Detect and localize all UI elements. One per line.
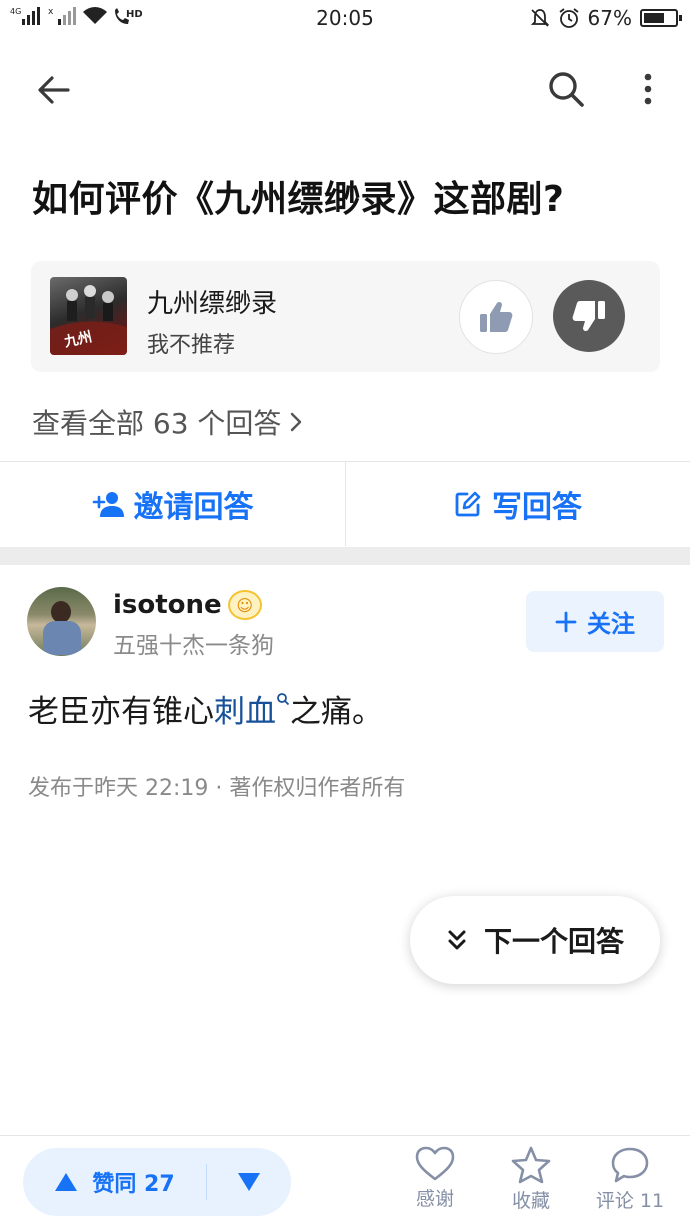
plus-icon <box>555 611 577 632</box>
write-answer-button[interactable]: 写回答 <box>346 462 690 546</box>
follow-label: 关注 <box>587 610 635 638</box>
thumbs-up-button[interactable] <box>459 280 533 354</box>
next-answer-button[interactable]: 下一个回答 <box>410 896 660 984</box>
status-right: 67% <box>530 6 682 30</box>
comment-button[interactable]: 评论 11 <box>590 1146 670 1222</box>
edit-icon <box>455 491 481 517</box>
avatar[interactable] <box>27 587 96 656</box>
search-icon[interactable] <box>545 68 587 110</box>
thumbs-up-icon <box>480 301 513 332</box>
more-vertical-icon[interactable] <box>634 68 662 110</box>
answer-actions: 邀请回答 写回答 <box>0 461 690 547</box>
bottom-bar: 赞同 27 感谢 收藏 评论 11 <box>0 1135 690 1227</box>
author-name: isotone <box>113 590 222 620</box>
battery-percent: 67% <box>587 6 632 30</box>
drama-verdict: 我不推荐 <box>147 333 236 358</box>
follow-button[interactable]: 关注 <box>526 591 664 652</box>
upvote-label: 赞同 27 <box>92 1172 175 1197</box>
question-title[interactable]: 如何评价《九州缥缈录》这部剧? <box>32 170 672 222</box>
comment-bubble-icon <box>611 1147 649 1183</box>
avatar-body <box>43 621 81 655</box>
battery-level <box>644 13 664 23</box>
write-answer-label: 写回答 <box>492 490 582 525</box>
answer-search-link[interactable]: 刺血 <box>214 693 290 730</box>
view-all-answers-link[interactable]: 查看全部 63 个回答 <box>32 402 303 442</box>
author-badge-icon: ☺ <box>227 590 262 620</box>
thumbs-down-icon <box>572 301 605 332</box>
top-nav <box>0 60 690 120</box>
star-icon <box>511 1146 551 1184</box>
answer-text-after: 之痛。 <box>290 694 383 730</box>
mute-bell-icon <box>530 9 549 27</box>
invite-answer-label: 邀请回答 <box>133 490 254 525</box>
back-arrow-icon[interactable] <box>34 70 74 110</box>
search-link-icon <box>277 693 290 706</box>
view-all-label: 查看全部 63 个回答 <box>32 407 282 440</box>
next-answer-label: 下一个回答 <box>483 925 624 958</box>
avatar-head <box>51 601 71 623</box>
triangle-down-icon <box>238 1173 260 1191</box>
comment-label: 评论 11 <box>595 1190 665 1212</box>
chevron-right-icon <box>291 412 302 432</box>
triangle-up-icon <box>55 1173 78 1191</box>
alarm-icon <box>559 8 579 28</box>
upvote-button[interactable]: 赞同 27 <box>23 1148 206 1216</box>
answer-content: 老臣亦有锥心刺血 之痛。 <box>28 686 383 731</box>
author-name-row[interactable]: isotone ☺ <box>113 590 262 620</box>
double-chevron-down-icon <box>448 930 466 950</box>
answer-link-text: 刺血 <box>214 694 276 730</box>
heart-icon <box>415 1146 455 1181</box>
downvote-button[interactable] <box>207 1148 291 1216</box>
invite-answer-button[interactable]: 邀请回答 <box>0 462 345 546</box>
publish-meta: 发布于昨天 22:19 · 著作权归作者所有 <box>28 776 406 801</box>
favorite-label: 收藏 <box>511 1190 550 1212</box>
drama-name[interactable]: 九州缥缈录 <box>147 283 277 320</box>
thanks-label: 感谢 <box>415 1188 454 1210</box>
author-bio: 五强十杰一条狗 <box>113 633 274 659</box>
drama-card[interactable]: 九州 九州缥缈录 我不推荐 <box>31 261 660 372</box>
answer-text-before: 老臣亦有锥心 <box>28 694 214 730</box>
favorite-button[interactable]: 收藏 <box>491 1146 571 1222</box>
drama-poster[interactable]: 九州 <box>50 277 127 355</box>
section-divider <box>0 547 690 565</box>
thumbs-down-button[interactable] <box>553 280 625 352</box>
battery-icon <box>640 9 682 27</box>
thanks-button[interactable]: 感谢 <box>395 1146 475 1222</box>
vote-pill: 赞同 27 <box>23 1148 291 1216</box>
status-bar: 4G x HD 20:05 67% <box>0 0 690 38</box>
add-person-icon <box>92 492 124 517</box>
